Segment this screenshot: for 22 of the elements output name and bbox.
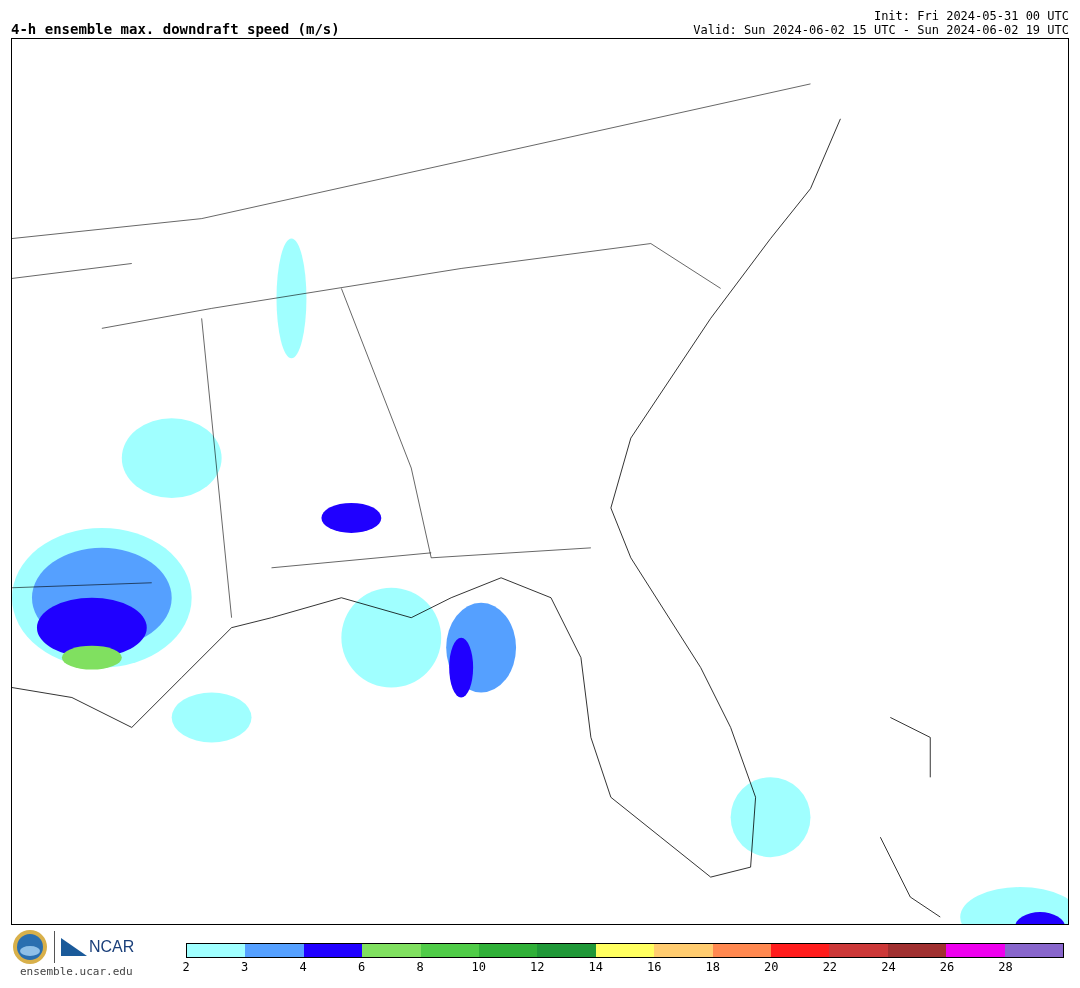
scale-label: 2 [182, 960, 190, 974]
scale-label: 4 [299, 960, 307, 974]
scale-label: 14 [588, 960, 603, 974]
valid-time: Valid: Sun 2024-06-02 15 UTC - Sun 2024-06-02 19 UTC [693, 23, 1069, 37]
site-url: ensemble.ucar.edu [20, 965, 133, 978]
scale-label: 22 [822, 960, 838, 974]
globe-emblem-icon [12, 929, 48, 965]
scale-label: 10 [471, 960, 486, 974]
scale-label: 12 [529, 960, 545, 974]
scale-label: 26 [939, 960, 955, 974]
scale-label: 24 [881, 960, 896, 974]
scale-label: 6 [358, 960, 366, 974]
scale-label: 20 [764, 960, 779, 974]
scale-label: 18 [705, 960, 720, 974]
logo-text: NCAR [89, 938, 135, 956]
scale-label: 8 [416, 960, 424, 974]
scale-label: 16 [647, 960, 662, 974]
init-time: Init: Fri 2024-05-31 00 UTC [873, 9, 1069, 23]
scale-label: 28 [998, 960, 1013, 974]
chart-title: 4-h ensemble max. downdraft speed (m/s) [11, 21, 340, 37]
triangle-logo-icon [61, 938, 87, 956]
scale-label: 3 [240, 960, 249, 974]
